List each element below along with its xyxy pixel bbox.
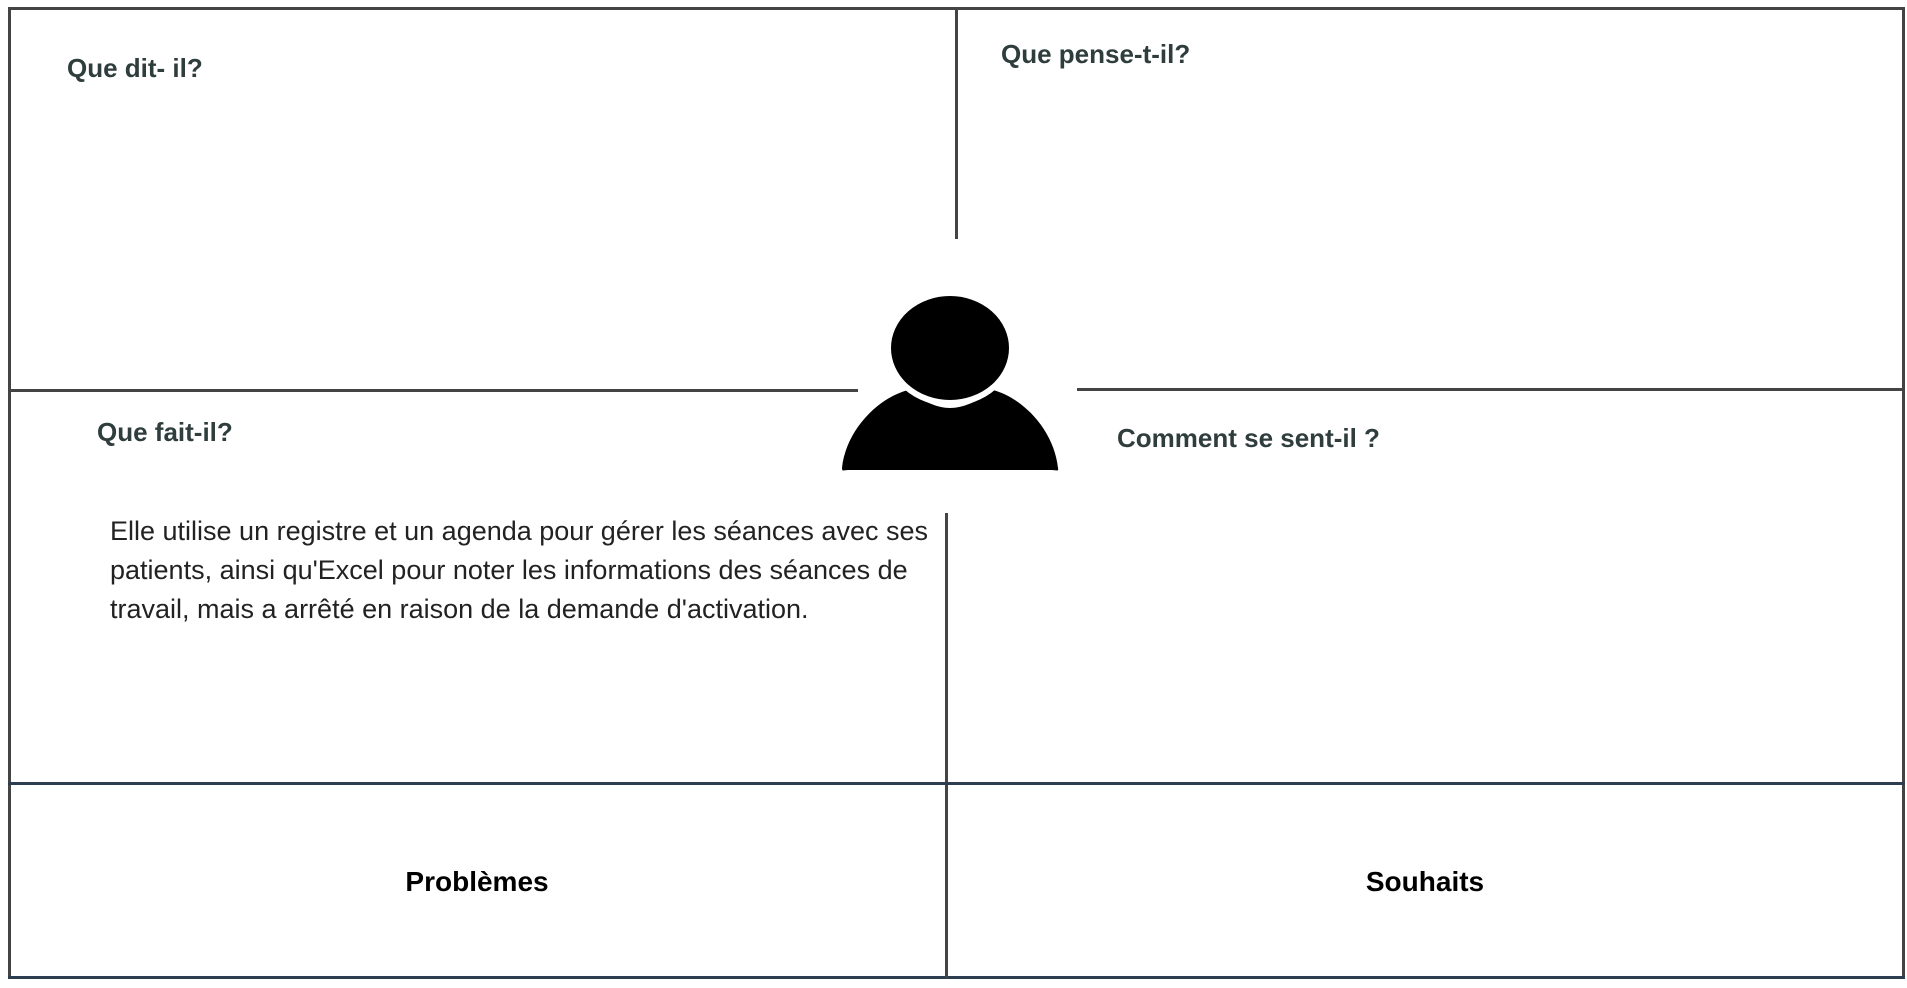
frame-right — [1902, 7, 1905, 979]
thinks-title: Que pense-t-il? — [1001, 39, 1191, 69]
frame-bottom — [8, 976, 1905, 979]
feels-title: Comment se sent-il ? — [1117, 423, 1380, 453]
frame-left — [8, 7, 11, 979]
divider-mid-right — [1077, 388, 1905, 391]
divider-top-vertical — [955, 7, 958, 239]
divider-mid-left — [8, 389, 858, 392]
problems-label: Problèmes — [405, 866, 549, 897]
says-title: Que dit- il? — [67, 53, 203, 83]
person-icon — [842, 290, 1059, 471]
divider-lower-vertical — [945, 513, 948, 978]
divider-bottom-section — [8, 782, 1905, 785]
wishes-label: Souhaits — [1365, 866, 1485, 897]
does-title: Que fait-il? — [97, 417, 233, 447]
does-content: Elle utilise un registre et un agenda po… — [110, 516, 928, 624]
